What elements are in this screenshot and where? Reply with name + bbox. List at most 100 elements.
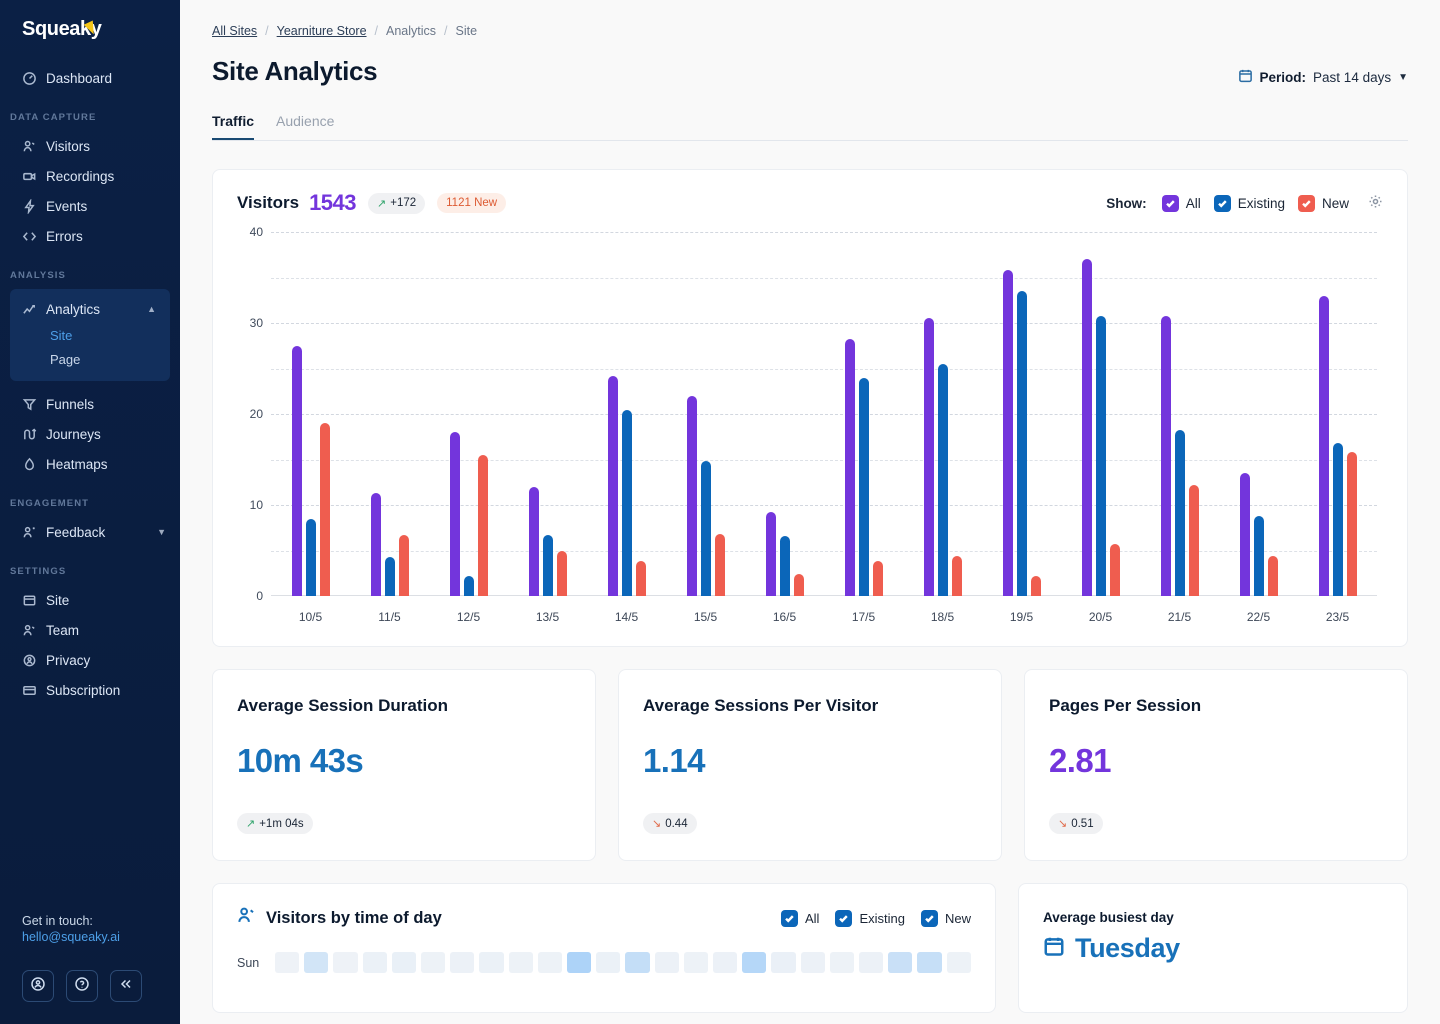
bar-new[interactable] [319,423,330,596]
sidebar-item-events[interactable]: Events [0,191,180,221]
heatmap-cell[interactable] [421,952,446,973]
bar-existing[interactable] [542,535,553,596]
bar-new[interactable] [635,561,646,596]
bar-group[interactable] [666,232,745,596]
heatmap-cell[interactable] [946,952,971,973]
heatmap-cell[interactable] [362,952,387,973]
collapse-sidebar-button[interactable] [110,970,142,1002]
bar-new[interactable] [1188,484,1199,596]
tod-toggle-new[interactable]: New [920,909,971,927]
bar-group[interactable] [350,232,429,596]
bar-existing[interactable] [1095,315,1106,596]
bar-new[interactable] [951,555,962,596]
bar-group[interactable] [429,232,508,596]
bar-all[interactable] [607,375,618,596]
tab-audience[interactable]: Audience [276,113,334,140]
bar-existing[interactable] [1174,430,1185,596]
heatmap-cell[interactable] [888,952,913,973]
bar-all[interactable] [1002,270,1013,596]
legend-toggle-existing[interactable]: Existing [1213,194,1285,212]
sidebar-item-visitors[interactable]: Visitors [0,131,180,161]
bar-existing[interactable] [463,575,474,596]
bar-all[interactable] [370,493,381,596]
sidebar-item-heatmaps[interactable]: Heatmaps [0,449,180,479]
tab-traffic[interactable]: Traffic [212,113,255,140]
heatmap-cell[interactable] [771,952,796,973]
heatmap-cell[interactable] [567,952,592,973]
sidebar-item-site[interactable]: Site [0,585,180,615]
bar-new[interactable] [398,535,409,596]
bar-existing[interactable] [305,518,316,596]
sidebar-item-feedback[interactable]: Feedback ▼ [0,517,180,547]
bar-existing[interactable] [1332,443,1343,596]
heatmap-cell[interactable] [654,952,679,973]
heatmap-cell[interactable] [859,952,884,973]
bar-group[interactable] [1298,232,1377,596]
heatmap-cell[interactable] [917,952,942,973]
breadcrumb-all-sites[interactable]: All Sites [212,24,257,38]
bar-existing[interactable] [700,461,711,596]
heatmap-cell[interactable] [508,952,533,973]
sidebar-subitem-site[interactable]: Site [10,324,170,348]
bar-existing[interactable] [621,410,632,596]
bar-existing[interactable] [384,556,395,596]
checkbox-all[interactable] [1161,194,1179,212]
sidebar-subitem-page[interactable]: Page [10,348,170,372]
sidebar-item-privacy[interactable]: Privacy [0,645,180,675]
checkbox-existing[interactable] [1213,194,1231,212]
bar-all[interactable] [449,432,460,596]
heatmap-cell[interactable] [713,952,738,973]
bar-all[interactable] [1239,473,1250,596]
bar-existing[interactable] [858,377,869,596]
bar-group[interactable] [1219,232,1298,596]
bar-new[interactable] [556,551,567,596]
heatmap-cell[interactable] [537,952,563,973]
heatmap-cell[interactable] [596,952,621,973]
bar-all[interactable] [1160,315,1171,596]
bar-all[interactable] [686,395,697,596]
bar-new[interactable] [1267,555,1278,596]
heatmap-cell[interactable] [479,952,504,973]
bar-existing[interactable] [779,535,790,596]
bar-all[interactable] [291,345,302,596]
bar-new[interactable] [714,534,725,596]
bar-group[interactable] [1140,232,1219,596]
legend-toggle-new[interactable]: New [1297,194,1349,212]
bar-all[interactable] [923,318,934,596]
bar-group[interactable] [824,232,903,596]
bar-all[interactable] [765,512,776,596]
bar-group[interactable] [903,232,982,596]
bar-group[interactable] [508,232,587,596]
bar-existing[interactable] [1016,291,1027,596]
bar-group[interactable] [982,232,1061,596]
heatmap-cell[interactable] [333,952,358,973]
sidebar-item-dashboard[interactable]: Dashboard [0,63,180,93]
tod-toggle-existing[interactable]: Existing [835,909,905,927]
bar-new[interactable] [1346,452,1357,596]
sidebar-item-analytics[interactable]: Analytics ▲ [10,294,170,324]
period-selector[interactable]: Period: Past 14 days ▼ [1238,68,1408,86]
heatmap-cell[interactable] [625,952,650,973]
bar-new[interactable] [793,574,804,596]
bar-new[interactable] [477,454,488,596]
tod-toggle-all[interactable]: All [781,909,819,927]
heatmap-cell[interactable] [683,952,709,973]
sidebar-item-recordings[interactable]: Recordings [0,161,180,191]
bar-existing[interactable] [937,363,948,596]
heatmap-cell[interactable] [450,952,475,973]
bar-all[interactable] [844,339,855,596]
checkbox-new[interactable] [920,909,938,927]
bar-new[interactable] [1030,575,1041,596]
bar-all[interactable] [1318,295,1329,596]
bar-group[interactable] [745,232,824,596]
breadcrumb-yearniture-store[interactable]: Yearniture Store [277,24,367,38]
bar-group[interactable] [587,232,666,596]
legend-toggle-all[interactable]: All [1161,194,1201,212]
bar-all[interactable] [1081,259,1092,596]
account-button[interactable] [22,970,54,1002]
contact-email-link[interactable]: hello@squeaky.ai [22,930,180,944]
sidebar-item-journeys[interactable]: Journeys [0,419,180,449]
sidebar-item-subscription[interactable]: Subscription [0,675,180,705]
heatmap-cell[interactable] [800,952,825,973]
help-button[interactable] [66,970,98,1002]
